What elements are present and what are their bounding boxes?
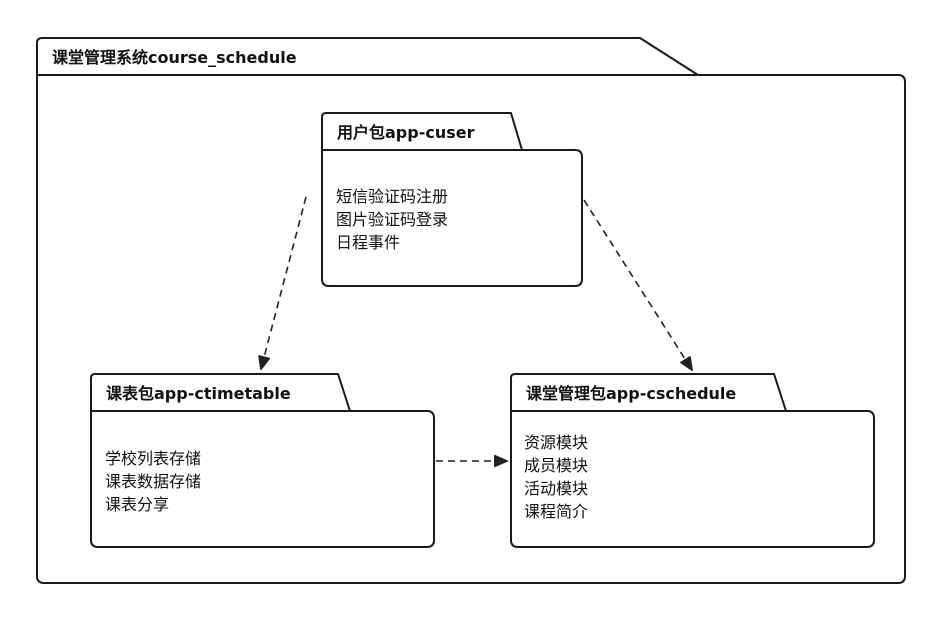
package-timetable-item: 课表分享 (105, 495, 169, 514)
package-schedule-item: 资源模块 (524, 433, 588, 452)
package-user-item: 图片验证码登录 (336, 210, 448, 229)
package-diagram: 课堂管理系统course_schedule 用户包app-cuser 短信验证码… (36, 37, 906, 584)
package-timetable-item: 课表数据存储 (105, 472, 201, 491)
package-timetable-name: 课表包app-ctimetable (106, 384, 291, 403)
package-schedule-item: 课程简介 (524, 502, 588, 521)
system-package-title: 课堂管理系统course_schedule (52, 48, 297, 67)
package-user-item: 日程事件 (336, 233, 400, 252)
package-timetable-item: 学校列表存储 (105, 449, 201, 468)
package-schedule-item: 成员模块 (524, 456, 588, 475)
package-user-item: 短信验证码注册 (336, 187, 448, 206)
package-schedule-name: 课堂管理包app-cschedule (526, 384, 736, 403)
package-user-name: 用户包app-cuser (337, 123, 475, 142)
package-schedule-item: 活动模块 (524, 479, 588, 498)
